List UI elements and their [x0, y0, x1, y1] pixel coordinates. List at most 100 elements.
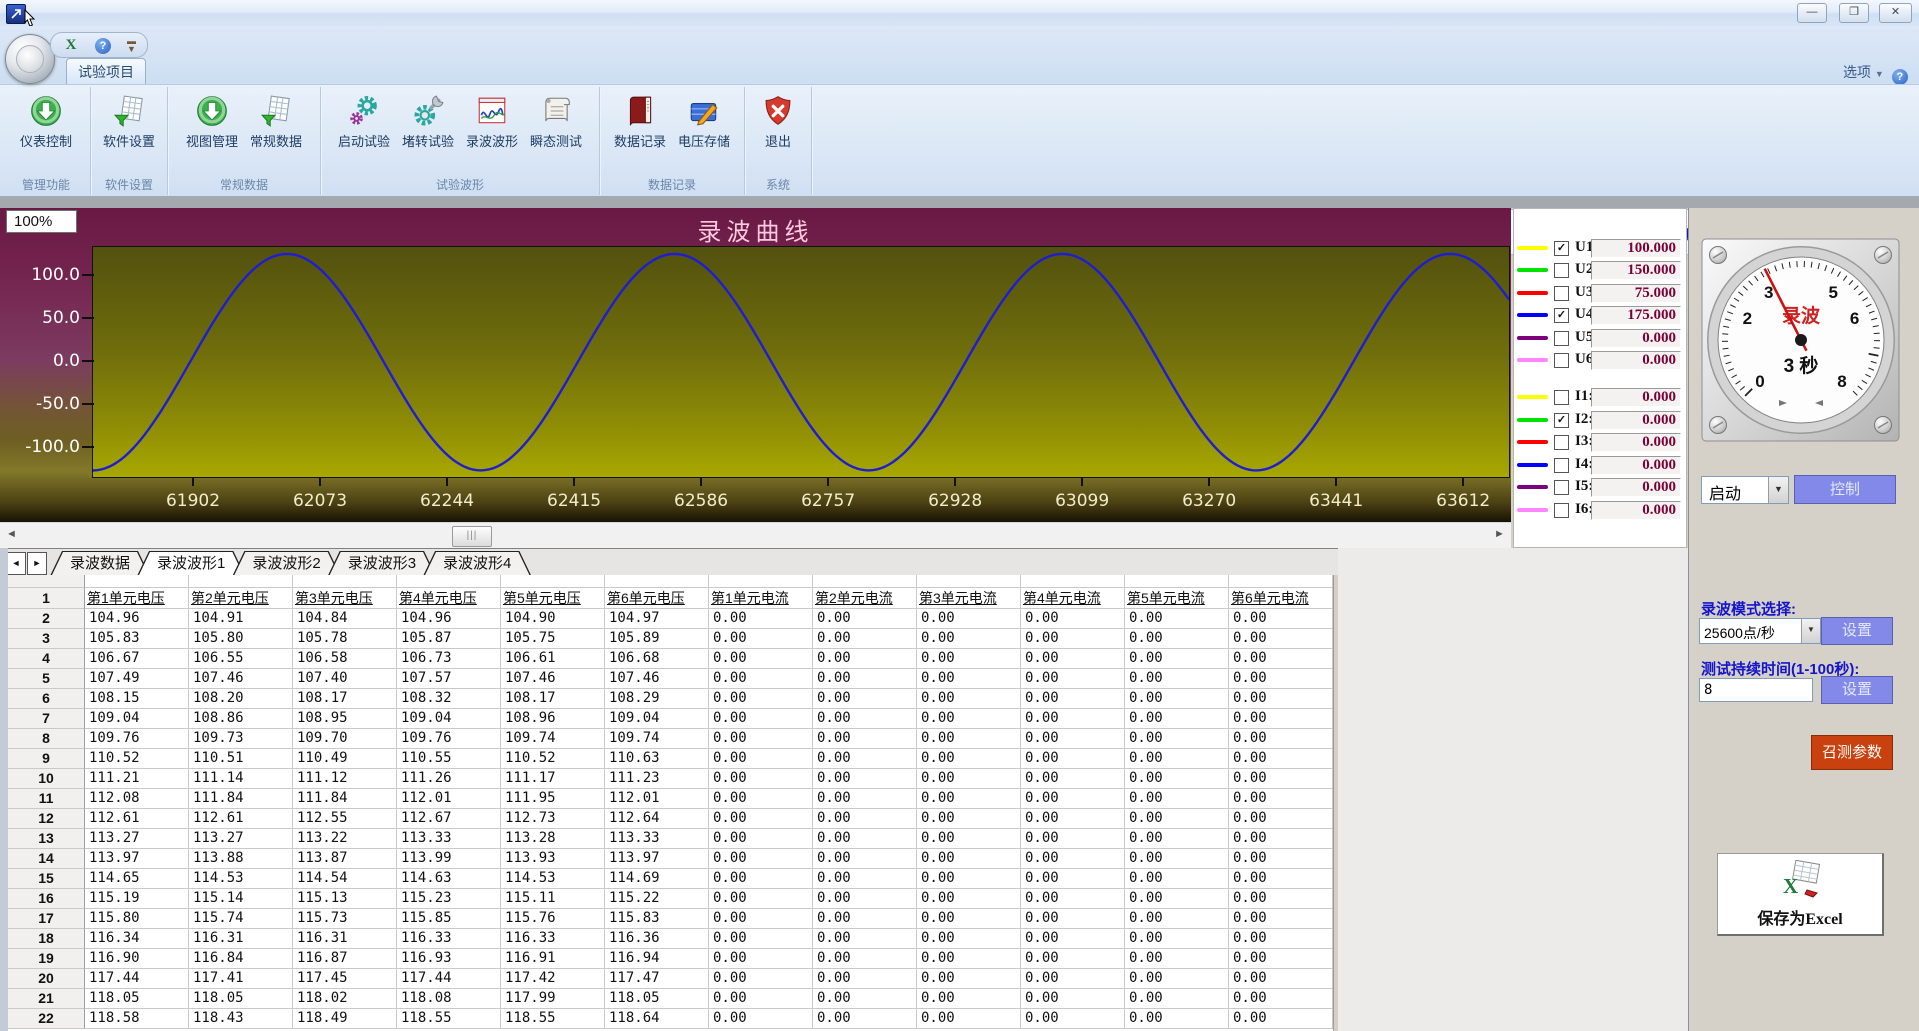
- table-cell[interactable]: 116.34: [85, 929, 189, 949]
- table-cell[interactable]: 0.00: [1229, 629, 1333, 649]
- table-cell[interactable]: 0.00: [917, 689, 1021, 709]
- channel-checkbox[interactable]: [1554, 331, 1569, 346]
- table-cell[interactable]: 0.00: [917, 829, 1021, 849]
- zoom-level-badge[interactable]: 100%: [6, 210, 77, 233]
- table-cell[interactable]: 0.00: [1229, 749, 1333, 769]
- table-cell[interactable]: 117.45: [293, 969, 397, 989]
- table-cell[interactable]: 0.00: [917, 869, 1021, 889]
- table-cell[interactable]: 109.74: [501, 729, 605, 749]
- table-cell[interactable]: 0.00: [1021, 769, 1125, 789]
- table-cell[interactable]: 0.00: [813, 629, 917, 649]
- table-cell[interactable]: 112.55: [293, 809, 397, 829]
- table-cell[interactable]: 0.00: [1125, 949, 1229, 969]
- column-header-cell[interactable]: 第2单元电流: [813, 588, 917, 609]
- table-cell[interactable]: 0.00: [709, 989, 813, 1009]
- column-header-cell[interactable]: 第6单元电流: [1229, 588, 1333, 609]
- table-cell[interactable]: 109.76: [85, 729, 189, 749]
- table-cell[interactable]: 113.27: [85, 829, 189, 849]
- table-cell[interactable]: 115.74: [189, 909, 293, 929]
- table-cell[interactable]: 118.05: [605, 989, 709, 1009]
- table-cell[interactable]: 112.01: [397, 789, 501, 809]
- table-cell[interactable]: 111.14: [189, 769, 293, 789]
- table-cell[interactable]: 0.00: [709, 709, 813, 729]
- table-cell[interactable]: 0.00: [813, 709, 917, 729]
- column-header-cell[interactable]: 第4单元电压: [397, 588, 501, 609]
- table-cell[interactable]: 0.00: [1021, 849, 1125, 869]
- control-button[interactable]: 控制: [1794, 475, 1896, 504]
- table-cell[interactable]: 104.84: [293, 609, 397, 629]
- table-cell[interactable]: 0.00: [1021, 609, 1125, 629]
- table-cell[interactable]: 0.00: [917, 889, 1021, 909]
- options-menu[interactable]: 选项 ▼?: [1843, 62, 1913, 82]
- table-cell[interactable]: 0.00: [1229, 649, 1333, 669]
- table-cell[interactable]: 0.00: [1125, 709, 1229, 729]
- table-cell[interactable]: 0.00: [1125, 689, 1229, 709]
- table-cell[interactable]: 0.00: [1021, 949, 1125, 969]
- column-header-cell[interactable]: 第3单元电流: [917, 588, 1021, 609]
- table-cell[interactable]: 0.00: [1125, 989, 1229, 1009]
- close-button[interactable]: ✕: [1879, 3, 1912, 23]
- table-cell[interactable]: 113.33: [605, 829, 709, 849]
- table-cell[interactable]: 0.00: [813, 989, 917, 1009]
- table-cell[interactable]: 0.00: [1021, 969, 1125, 989]
- table-cell[interactable]: 116.31: [189, 929, 293, 949]
- table-cell[interactable]: 105.89: [605, 629, 709, 649]
- table-cell[interactable]: 0.00: [709, 969, 813, 989]
- row-number[interactable]: 6: [8, 689, 85, 709]
- table-cell[interactable]: 0.00: [709, 869, 813, 889]
- table-cell[interactable]: 112.08: [85, 789, 189, 809]
- table-cell[interactable]: 118.55: [397, 1009, 501, 1029]
- table-cell[interactable]: 114.54: [293, 869, 397, 889]
- row-number[interactable]: 17: [8, 909, 85, 929]
- row-number[interactable]: 21: [8, 989, 85, 1009]
- table-cell[interactable]: 0.00: [1229, 849, 1333, 869]
- column-header-cell[interactable]: 第2单元电压: [189, 588, 293, 609]
- tab-scroll-right-button[interactable]: ►: [27, 552, 47, 575]
- sheet-tab[interactable]: 录波波形3: [328, 551, 436, 576]
- table-cell[interactable]: 0.00: [813, 669, 917, 689]
- table-cell[interactable]: 0.00: [1125, 1009, 1229, 1029]
- table-cell[interactable]: 108.17: [501, 689, 605, 709]
- table-cell[interactable]: 115.22: [605, 889, 709, 909]
- row-number[interactable]: 16: [8, 889, 85, 909]
- table-cell[interactable]: 112.73: [501, 809, 605, 829]
- table-cell[interactable]: 0.00: [917, 929, 1021, 949]
- column-header-cell[interactable]: 第3单元电压: [293, 588, 397, 609]
- table-cell[interactable]: 0.00: [1125, 669, 1229, 689]
- table-cell[interactable]: 105.87: [397, 629, 501, 649]
- row-number[interactable]: 4: [8, 649, 85, 669]
- table-cell[interactable]: 116.33: [397, 929, 501, 949]
- table-cell[interactable]: 118.58: [85, 1009, 189, 1029]
- table-cell[interactable]: 109.76: [397, 729, 501, 749]
- table-cell[interactable]: 112.67: [397, 809, 501, 829]
- table-cell[interactable]: 104.96: [85, 609, 189, 629]
- table-cell[interactable]: 0.00: [1125, 729, 1229, 749]
- table-cell[interactable]: 0.00: [709, 789, 813, 809]
- table-cell[interactable]: 116.93: [397, 949, 501, 969]
- row-number[interactable]: 1: [8, 588, 85, 609]
- table-cell[interactable]: 115.11: [501, 889, 605, 909]
- table-cell[interactable]: 0.00: [813, 909, 917, 929]
- table-cell[interactable]: 111.95: [501, 789, 605, 809]
- table-cell[interactable]: 108.32: [397, 689, 501, 709]
- table-cell[interactable]: 0.00: [813, 1009, 917, 1029]
- table-cell[interactable]: 106.73: [397, 649, 501, 669]
- table-cell[interactable]: 117.41: [189, 969, 293, 989]
- row-number[interactable]: 5: [8, 669, 85, 689]
- table-cell[interactable]: 0.00: [813, 949, 917, 969]
- table-cell[interactable]: 116.31: [293, 929, 397, 949]
- table-cell[interactable]: 0.00: [813, 969, 917, 989]
- table-cell[interactable]: 0.00: [917, 789, 1021, 809]
- table-cell[interactable]: 109.70: [293, 729, 397, 749]
- table-cell[interactable]: 108.95: [293, 709, 397, 729]
- table-cell[interactable]: 118.02: [293, 989, 397, 1009]
- column-header-cell[interactable]: 第1单元电压: [85, 588, 189, 609]
- scroll-left-icon[interactable]: ◄: [6, 528, 17, 540]
- chart-horizontal-scrollbar[interactable]: ◄ ► |||: [0, 522, 1511, 549]
- table-cell[interactable]: 0.00: [709, 609, 813, 629]
- table-cell[interactable]: 114.63: [397, 869, 501, 889]
- table-cell[interactable]: 118.05: [85, 989, 189, 1009]
- ribbon-button[interactable]: 数据记录: [608, 92, 672, 149]
- table-cell[interactable]: 0.00: [709, 649, 813, 669]
- column-header-cell[interactable]: 第5单元电流: [1125, 588, 1229, 609]
